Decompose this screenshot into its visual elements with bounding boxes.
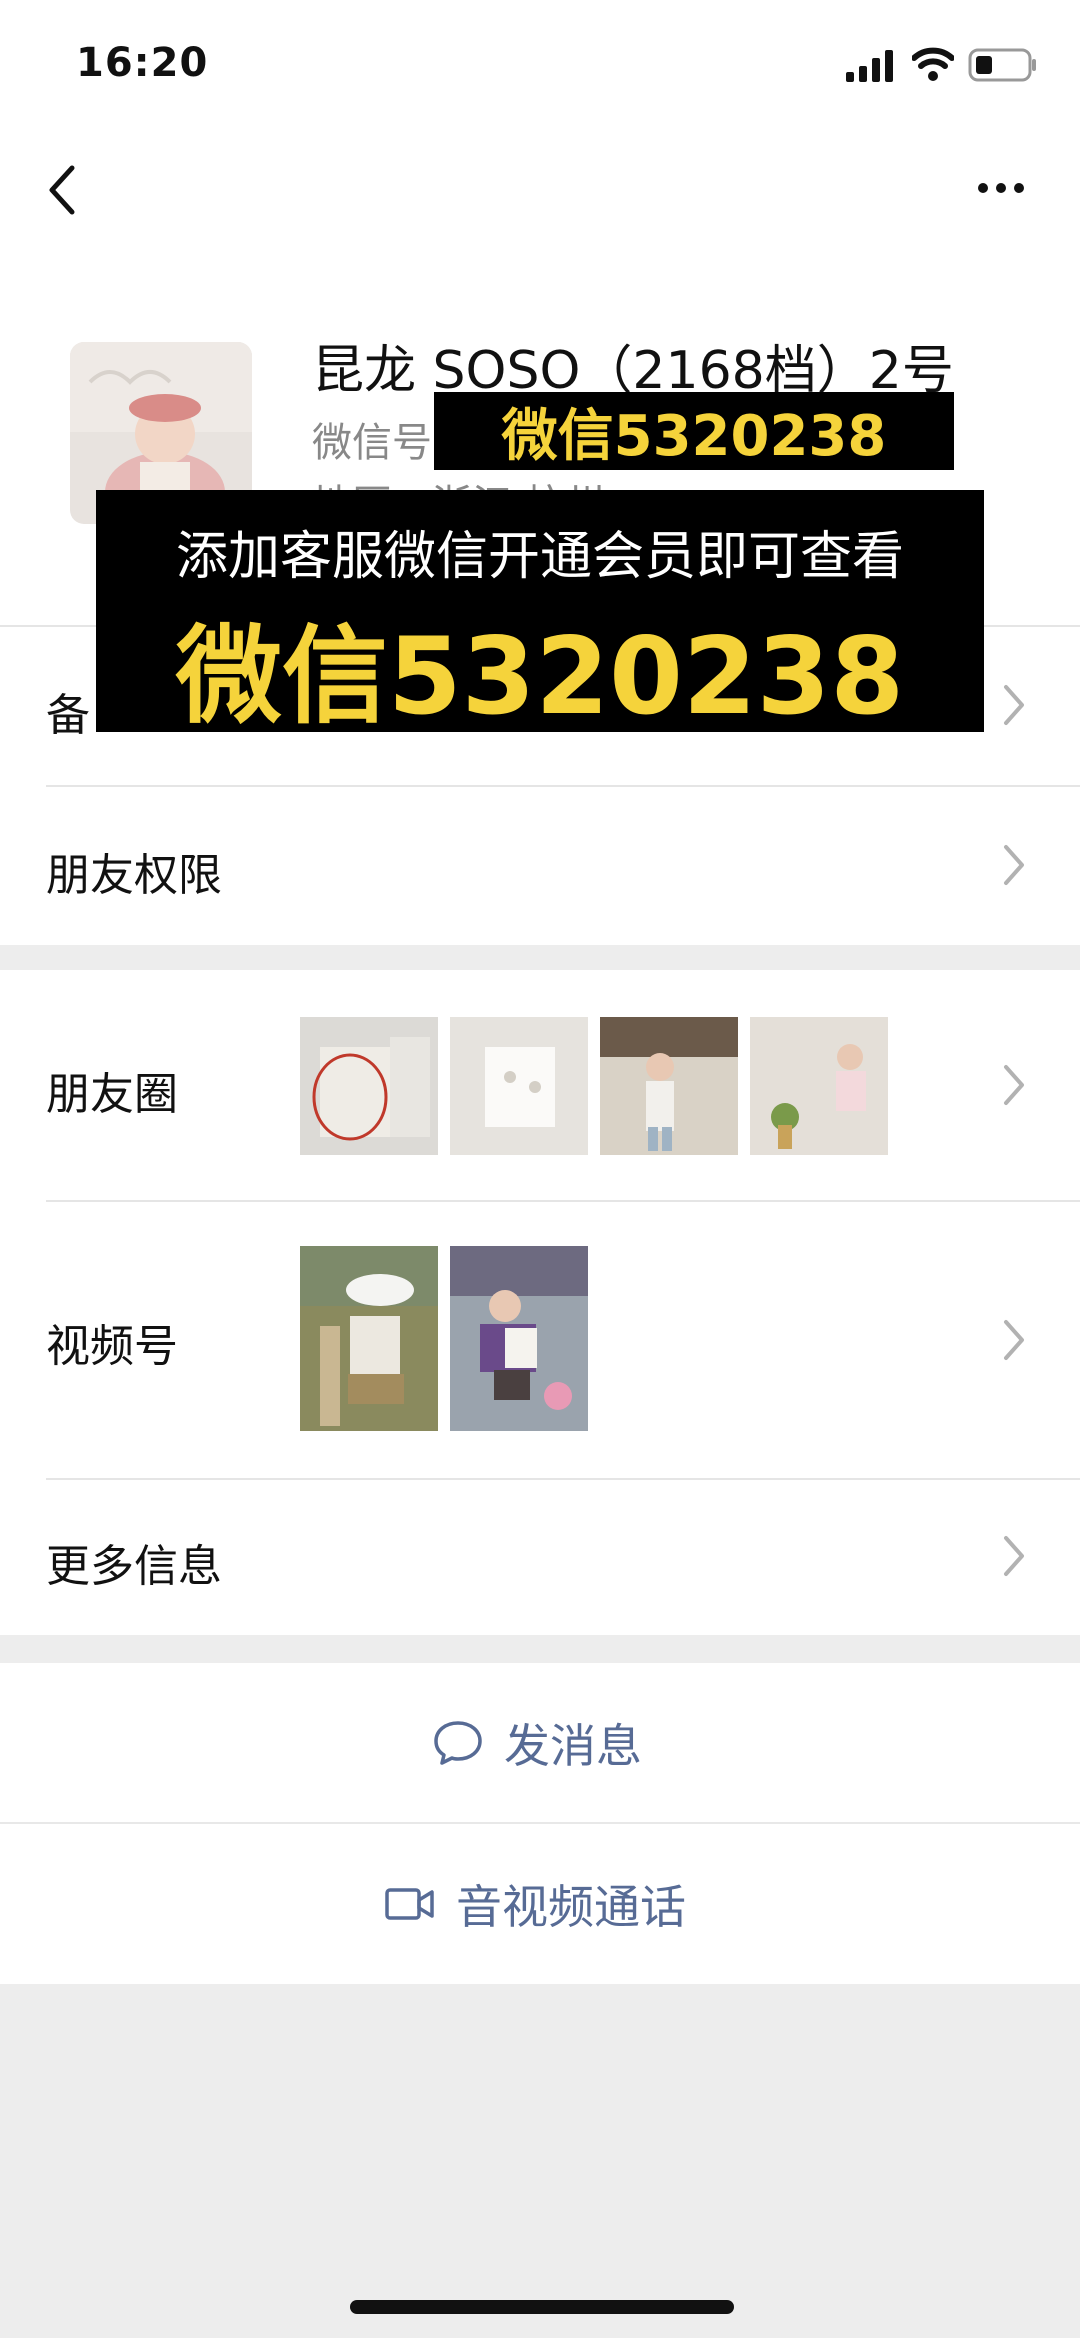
wifi-icon: [912, 47, 954, 81]
chevron-right-icon: [1004, 845, 1024, 885]
more-dots-icon[interactable]: [966, 168, 1036, 208]
video-call-label: 音视频通话: [456, 1880, 686, 1934]
chevron-right-icon: [1004, 685, 1024, 725]
video-camera-icon: [385, 1888, 434, 1920]
moments-row[interactable]: 朋友圈: [0, 970, 1080, 1200]
battery-icon: [968, 48, 1036, 82]
content-group: 朋友圈 视频号 更多信息: [0, 970, 1080, 1635]
overlay-small-text: 微信5320238: [501, 403, 887, 469]
overlay-banner-large: 添加客服微信开通会员即可查看 微信5320238: [96, 490, 984, 738]
overlay-banner-small: 微信5320238: [434, 392, 954, 470]
channels-thumbnail: [450, 1246, 588, 1431]
contact-profile-page: 16:20 昆龙 SOSO（2168档）2号 微信号 备 朋友权限 朋友圈 视频…: [0, 0, 1080, 2338]
channels-label: 视频号: [46, 1321, 178, 1372]
friend-permission-label: 朋友权限: [46, 850, 222, 901]
more-info-label: 更多信息: [46, 1541, 222, 1592]
moments-thumbnail: [600, 1017, 738, 1155]
overlay-line-1: 添加客服微信开通会员即可查看: [175, 527, 904, 587]
chat-bubble-icon: [434, 1721, 482, 1765]
home-indicator: [350, 2300, 734, 2314]
moments-label: 朋友圈: [46, 1069, 178, 1120]
video-call-button[interactable]: 音视频通话: [0, 1824, 1080, 1984]
more-info-row[interactable]: 更多信息: [0, 1480, 1080, 1635]
status-time: 16:20: [76, 40, 209, 86]
back-arrow-icon[interactable]: [40, 160, 90, 220]
moments-thumbnail: [750, 1017, 888, 1155]
status-bar: 16:20: [0, 0, 1080, 130]
chevron-right-icon: [1004, 1536, 1024, 1576]
friend-permission-row[interactable]: 朋友权限: [0, 787, 1080, 945]
wechat-id-label: 微信号: [312, 420, 432, 466]
remark-label: 备: [46, 690, 90, 741]
overlay-line-2: 微信5320238: [175, 615, 905, 738]
moments-thumbnail: [300, 1017, 438, 1155]
channels-row[interactable]: 视频号: [0, 1202, 1080, 1478]
chevron-right-icon: [1004, 1065, 1024, 1105]
chevron-right-icon: [1004, 1320, 1024, 1360]
send-message-button[interactable]: 发消息: [0, 1663, 1080, 1823]
channels-thumbnail: [300, 1246, 438, 1431]
moments-thumbnail: [450, 1017, 588, 1155]
send-message-label: 发消息: [504, 1719, 642, 1773]
signal-icon: [846, 50, 893, 82]
nav-bar: [0, 130, 1080, 250]
